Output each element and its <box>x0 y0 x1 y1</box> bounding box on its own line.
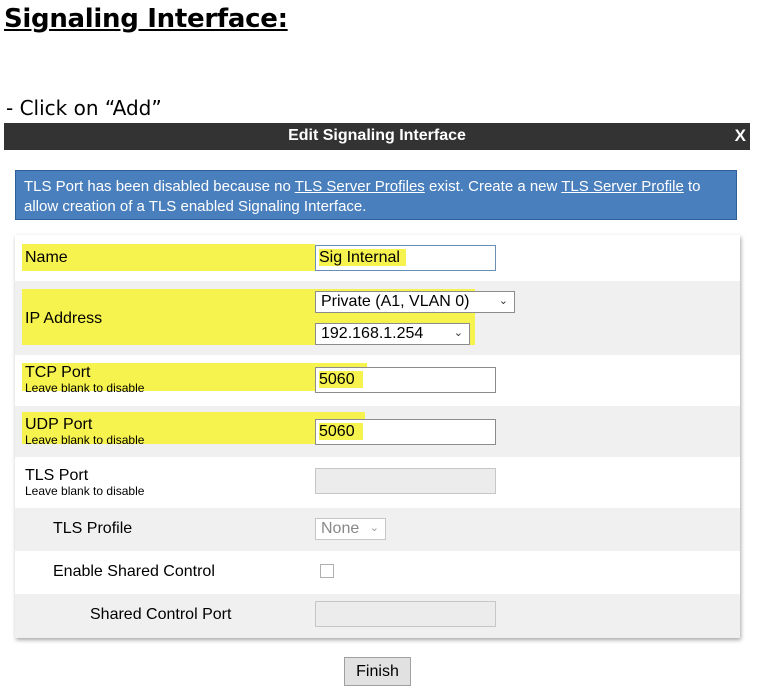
udp-port-label: UDP Port <box>25 416 93 433</box>
ip-select[interactable]: 192.168.1.254 ⌄ <box>315 323 470 345</box>
tcp-port-label: TCP Port <box>25 364 91 381</box>
notice-text-1: TLS Port has been disabled because no <box>24 178 295 195</box>
finish-button[interactable]: Finish <box>344 657 411 686</box>
tls-profile-row: TLS Profile None ⌄ <box>15 508 740 551</box>
enable-shared-control-row: Enable Shared Control <box>15 551 740 594</box>
ip-value: 192.168.1.254 <box>321 325 424 342</box>
instruction-step: - Click on “Add” <box>6 96 162 120</box>
udp-port-hint: Leave blank to disable <box>25 433 145 447</box>
chevron-down-icon: ⌄ <box>453 327 463 339</box>
chevron-down-icon: ⌄ <box>498 295 508 307</box>
shared-control-port-input[interactable] <box>315 601 496 627</box>
tcp-port-value: 5060 <box>319 371 363 388</box>
tcp-port-row: TCP Port Leave blank to disable 5060 <box>15 355 740 406</box>
tls-port-label: TLS Port <box>25 467 89 484</box>
name-row: Name Sig Internal <box>15 235 740 281</box>
name-value: Sig Internal <box>319 249 406 266</box>
tls-profile-label: TLS Profile <box>53 520 133 537</box>
tls-server-profiles-link[interactable]: TLS Server Profiles <box>295 178 425 195</box>
enable-shared-control-checkbox[interactable] <box>320 564 334 578</box>
name-label: Name <box>25 249 68 266</box>
ip-address-row: IP Address Private (A1, VLAN 0) ⌄ 192.16… <box>15 281 740 355</box>
notice-text-2: exist. Create a new <box>424 178 562 195</box>
dialog-header: Edit Signaling Interface X <box>4 123 750 150</box>
tls-port-row: TLS Port Leave blank to disable <box>15 457 740 508</box>
tls-disabled-notice: TLS Port has been disabled because no TL… <box>15 170 737 220</box>
tls-server-profile-link[interactable]: TLS Server Profile <box>561 178 684 195</box>
shared-control-port-row: Shared Control Port <box>15 594 740 638</box>
tls-port-input[interactable] <box>315 468 496 494</box>
tcp-port-input[interactable]: 5060 <box>315 367 496 393</box>
signaling-interface-form: Name Sig Internal IP Address Private (A1… <box>15 235 740 638</box>
tls-port-hint: Leave blank to disable <box>25 484 145 498</box>
name-input[interactable]: Sig Internal <box>315 245 496 271</box>
ip-address-label: IP Address <box>25 310 103 327</box>
interface-select[interactable]: Private (A1, VLAN 0) ⌄ <box>315 291 515 313</box>
chevron-down-icon: ⌄ <box>369 522 379 534</box>
interface-value: Private (A1, VLAN 0) <box>321 293 470 310</box>
tls-profile-value: None <box>321 520 360 537</box>
dialog-title: Edit Signaling Interface <box>288 127 466 144</box>
udp-port-value: 5060 <box>319 423 363 440</box>
udp-port-row: UDP Port Leave blank to disable 5060 <box>15 406 740 457</box>
enable-shared-control-label: Enable Shared Control <box>53 563 215 580</box>
document-heading: Signaling Interface: <box>4 4 288 34</box>
tls-profile-select[interactable]: None ⌄ <box>315 518 386 540</box>
close-icon[interactable]: X <box>735 126 746 146</box>
udp-port-input[interactable]: 5060 <box>315 419 496 445</box>
shared-control-port-label: Shared Control Port <box>90 606 232 623</box>
tcp-port-hint: Leave blank to disable <box>25 381 145 395</box>
